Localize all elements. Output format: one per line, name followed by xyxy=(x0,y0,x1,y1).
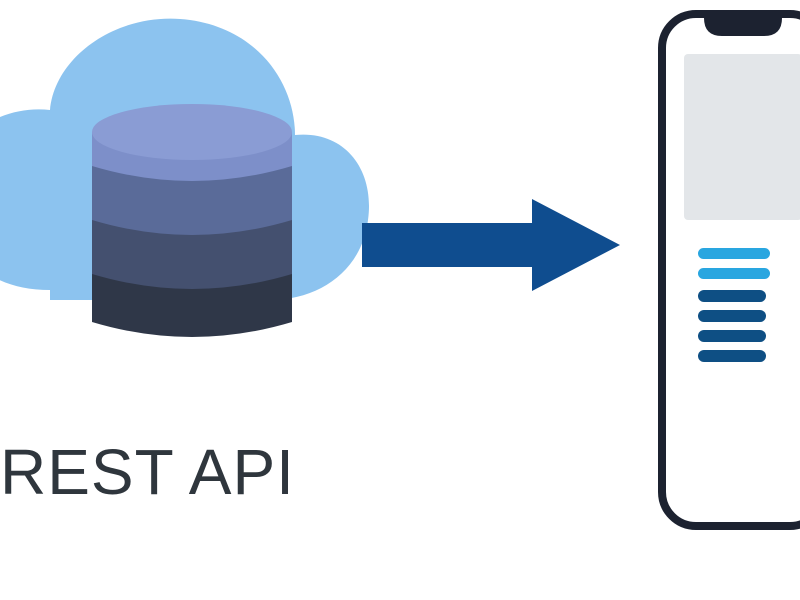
arrow-icon xyxy=(362,195,622,295)
diagram-stage: REST API xyxy=(0,0,800,600)
database-icon xyxy=(82,100,302,350)
rest-api-label: REST API xyxy=(0,435,295,509)
phone-icon xyxy=(658,10,800,530)
